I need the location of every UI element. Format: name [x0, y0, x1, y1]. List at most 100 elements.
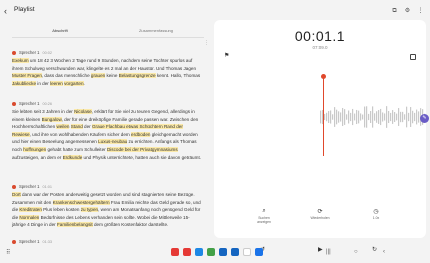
dock-app-icon[interactable] [243, 248, 251, 256]
waveform[interactable] [214, 82, 426, 152]
highlighted-word: Muster Fragen [12, 73, 42, 79]
more-icon[interactable]: ⋮ [417, 8, 424, 15]
playhead[interactable] [323, 76, 324, 156]
dock-app-icon[interactable] [219, 248, 227, 256]
repeat-label: Wiederholen [310, 216, 330, 220]
waveform-bar [342, 107, 344, 127]
bookmark-icon[interactable]: ⚑ [224, 52, 229, 59]
playhead-handle[interactable] [321, 74, 326, 79]
waveform-bar [384, 113, 386, 121]
crop-icon[interactable] [410, 54, 416, 60]
translate-icon[interactable]: ⧉ [391, 8, 398, 15]
search-button[interactable]: ⌕ Suchen anzeigen [254, 208, 274, 224]
highlighted-word: Dort [12, 192, 21, 197]
speaker-row: Sprecher 1 00:02 [12, 49, 202, 56]
segment-timestamp[interactable]: 00:02 [42, 51, 52, 55]
top-bar: ‹ Playlist ⧉ ⚙ ⋮ [0, 0, 430, 22]
speaker-name[interactable]: Sprecher 1 [19, 184, 39, 189]
recents-icon[interactable]: ||| [326, 249, 331, 255]
waveform-bar [350, 112, 352, 122]
waveform-bar [372, 106, 374, 128]
waveform-bar [418, 111, 420, 123]
waveform-bar [320, 110, 322, 124]
page-title: Playlist [14, 6, 35, 13]
highlighted-word: Nicolase [74, 109, 92, 114]
transcript-more-icon[interactable]: ⋮ [204, 40, 209, 46]
dock-app-icon[interactable] [183, 248, 191, 256]
waveform-bar [404, 114, 406, 120]
transcript-word: keine [105, 73, 119, 79]
back-icon[interactable]: ‹ [383, 249, 385, 255]
waveform-bar [416, 109, 418, 125]
highlighted-word: vorgarten [64, 80, 84, 86]
waveform-bar [392, 110, 394, 124]
waveform-bar [336, 109, 338, 125]
waveform-bar [406, 106, 408, 128]
transcript-word: und Physik unterrichtete, hatten auch si… [82, 154, 201, 160]
speed-button[interactable]: ◷ 1.0x [366, 208, 386, 220]
waveform-bar [324, 113, 326, 121]
waveform-bar [332, 114, 334, 120]
transcript-segment[interactable]: Sprecher 1 00:26 Sie lebten seit 3 Jahren … [12, 100, 202, 161]
home-icon[interactable]: ○ [354, 249, 358, 255]
highlighted-word: erdboden [131, 131, 151, 137]
highlighted-word: Jakubliecke [12, 80, 37, 86]
speaker-avatar [12, 50, 16, 55]
highlighted-word: hoffnungen [23, 146, 47, 152]
back-arrow-icon[interactable]: ‹ [4, 6, 14, 16]
transcript-word: dem größten Kostenfaktor darstellte. [92, 222, 169, 228]
repeat-button[interactable]: ⟳ Wiederholen [310, 208, 330, 220]
segment-timestamp[interactable]: 01:33 [42, 240, 52, 244]
segment-timestamp[interactable]: 01:01 [42, 185, 52, 189]
dock-app-icon[interactable] [171, 248, 179, 256]
transcript-segment[interactable]: Sprecher 1 00:02 Exekum um 18 42 3 Wochen … [12, 49, 202, 87]
highlighted-word: Stand [70, 124, 83, 130]
transcript-word: aufzusteigen, an dem er [12, 154, 63, 160]
waveform-bar [346, 114, 348, 120]
tab-divider [12, 37, 204, 38]
dock-app-icon[interactable] [195, 248, 203, 256]
waveform-bar [408, 112, 410, 122]
highlighted-word: Krankenschwestergehältern [52, 199, 110, 205]
waveform-bar [382, 112, 384, 122]
waveform-bar [338, 111, 340, 123]
speaker-row: Sprecher 1 00:26 [12, 100, 202, 107]
transcript-pane: Abschrift Zusammenfassung ⋮ Sprecher 1 00… [0, 22, 215, 244]
speaker-row: Sprecher 1 01:01 [12, 183, 202, 190]
transcript-word: Sie lebten seit 3 Jahren in der [12, 109, 75, 114]
highlighted-word: Luxus-neubau [98, 139, 128, 145]
waveform-bar [368, 113, 370, 121]
speed-icon: ◷ [373, 209, 379, 215]
playback-timer: 00:01.1 [214, 28, 426, 44]
highlighted-word: Bungalow [41, 116, 62, 122]
top-icons: ⧉ ⚙ ⋮ [391, 8, 424, 15]
waveform-bar [412, 110, 414, 124]
waveform-bar [396, 113, 398, 121]
waveform-bar [400, 111, 402, 123]
waveform-bar [394, 112, 396, 122]
speaker-name[interactable]: Sprecher 1 [19, 50, 39, 55]
speaker-name[interactable]: Sprecher 1 [19, 101, 39, 106]
dock-apps [171, 248, 263, 256]
waveform-bar [402, 111, 404, 123]
waveform-bar [398, 108, 400, 126]
app-drawer-icon[interactable]: ⠿ [6, 249, 10, 256]
repeat-icon: ⟳ [317, 209, 323, 215]
dock-app-icon[interactable] [255, 248, 263, 256]
transcript-segment[interactable]: Sprecher 1 01:01 Dort dann war der Posten … [12, 183, 202, 229]
speed-label: 1.0x [372, 216, 380, 220]
waveform-bar [348, 110, 350, 124]
dock-app-icon[interactable] [207, 248, 215, 256]
segment-timestamp[interactable]: 00:26 [42, 102, 52, 106]
navigation-bar: ⠿ ||| ○ ‹ [0, 244, 430, 263]
waveform-bar [388, 110, 390, 124]
transcript-word: Plus leben kosten [41, 207, 81, 213]
highlighted-word: zu typen [80, 207, 99, 213]
highlighted-word: Normalen [19, 214, 40, 220]
timer-main: 00:01 [294, 28, 333, 44]
waveform-bar [366, 106, 368, 128]
settings-icon[interactable]: ⚙ [404, 8, 411, 15]
waveform-bar [370, 111, 372, 123]
edit-icon[interactable]: ✎ [420, 114, 429, 123]
dock-app-icon[interactable] [231, 248, 239, 256]
